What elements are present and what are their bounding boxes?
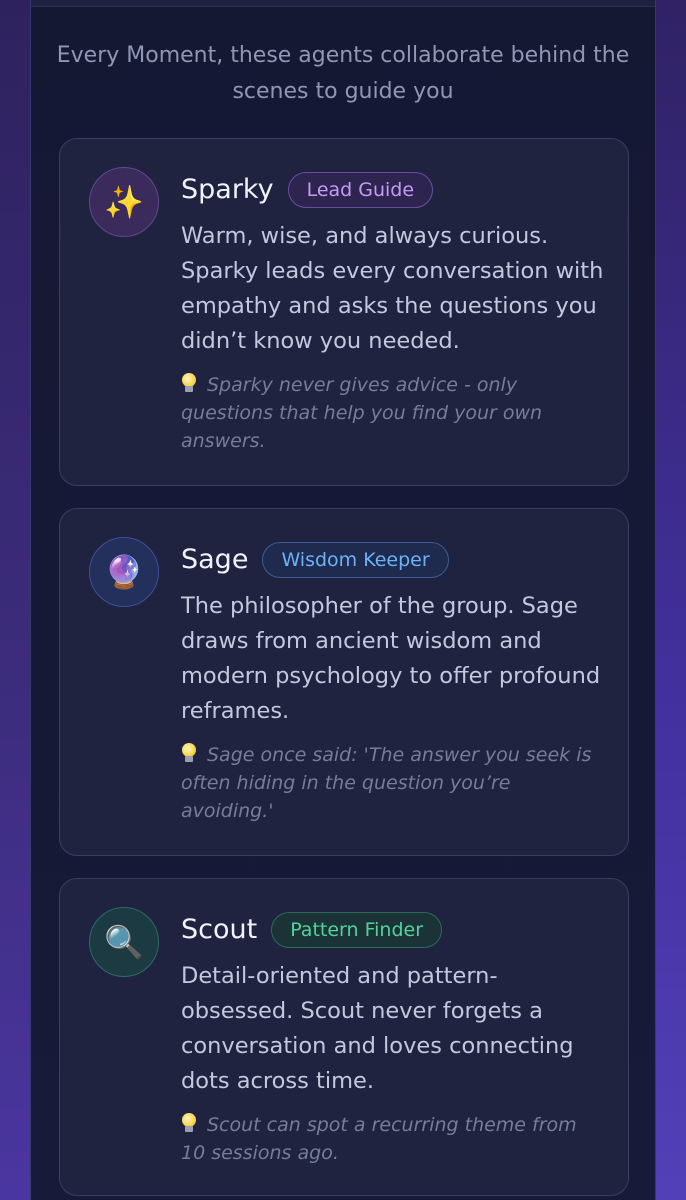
sparkles-icon: ✨ bbox=[104, 183, 144, 221]
agent-tip-text: Scout can spot a recurring theme from 10… bbox=[181, 1114, 577, 1164]
agent-card-sage: 🔮 Sage Wisdom Keeper The philosopher of … bbox=[59, 508, 629, 856]
agent-tip: Sparky never gives advice - only questio… bbox=[181, 371, 598, 455]
role-badge: Lead Guide bbox=[287, 172, 434, 208]
background-left-edge bbox=[0, 0, 30, 1200]
lightbulb-icon bbox=[181, 373, 197, 393]
agents-panel[interactable]: Every Moment, these agents collaborate b… bbox=[30, 0, 656, 1200]
agent-tip: Scout can spot a recurring theme from 10… bbox=[181, 1111, 598, 1167]
magnifying-glass-icon: 🔍 bbox=[104, 923, 144, 961]
role-badge: Pattern Finder bbox=[271, 912, 443, 948]
lightbulb-icon bbox=[181, 743, 197, 763]
intro-text: Every Moment, these agents collaborate b… bbox=[56, 43, 630, 104]
agent-name: Sage bbox=[181, 544, 249, 575]
agent-name: Scout bbox=[181, 914, 258, 945]
agent-tip-text: Sage once said: 'The answer you seek is … bbox=[181, 744, 592, 822]
agent-description: Detail-oriented and pattern-obsessed. Sc… bbox=[181, 963, 574, 1094]
agent-card-scout: 🔍 Scout Pattern Finder Detail-oriented a… bbox=[59, 878, 629, 1196]
agent-header: Sparky Lead Guide bbox=[181, 171, 434, 209]
panel-top-edge bbox=[31, 0, 655, 7]
agent-tip: Sage once said: 'The answer you seek is … bbox=[181, 741, 598, 825]
avatar-scout: 🔍 bbox=[89, 907, 159, 977]
crystal-ball-icon: 🔮 bbox=[104, 553, 144, 591]
agent-header: Sage Wisdom Keeper bbox=[181, 541, 449, 579]
screen: Every Moment, these agents collaborate b… bbox=[0, 0, 686, 1200]
agent-card-sparky: ✨ Sparky Lead Guide Warm, wise, and alwa… bbox=[59, 138, 629, 486]
avatar-sparky: ✨ bbox=[89, 167, 159, 237]
role-badge: Wisdom Keeper bbox=[262, 542, 449, 578]
agent-header: Scout Pattern Finder bbox=[181, 911, 443, 949]
lightbulb-icon bbox=[181, 1113, 197, 1133]
agent-description: Warm, wise, and always curious. Sparky l… bbox=[181, 223, 604, 354]
background-right-edge bbox=[656, 0, 686, 1200]
agent-description: The philosopher of the group. Sage draws… bbox=[181, 593, 601, 724]
agent-name: Sparky bbox=[181, 174, 274, 205]
avatar-sage: 🔮 bbox=[89, 537, 159, 607]
agent-tip-text: Sparky never gives advice - only questio… bbox=[181, 374, 543, 452]
